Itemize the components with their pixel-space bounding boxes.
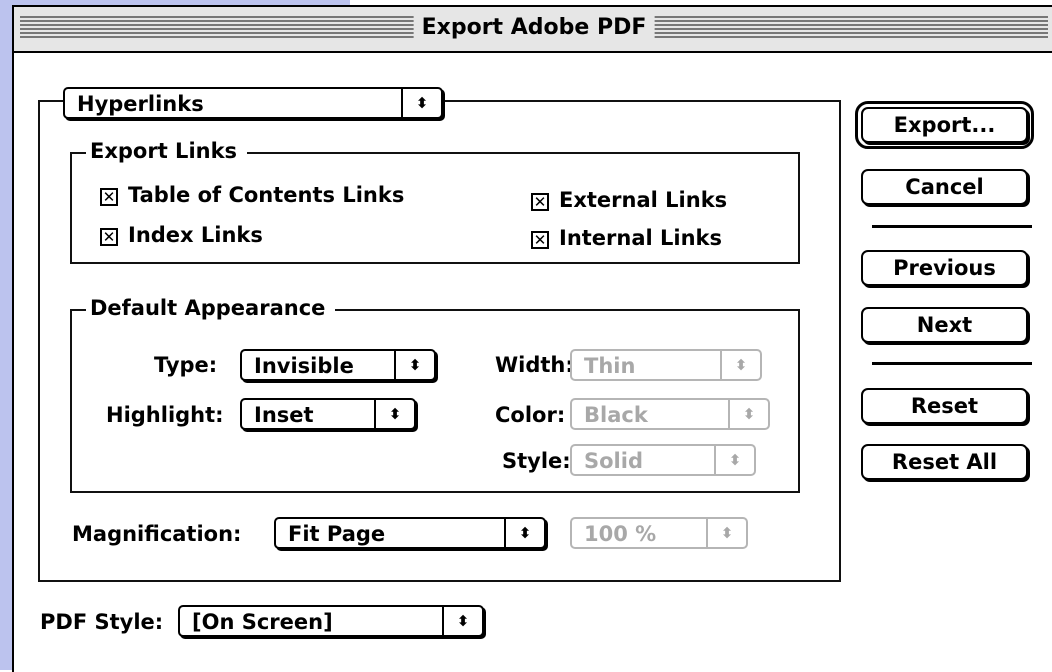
export-pdf-dialog: Export Adobe PDF Hyperlinks ⬍ Export Lin… [12, 5, 1052, 672]
style-popup-value: Solid [584, 449, 643, 473]
color-label: Color: [495, 403, 566, 427]
popup-arrows-icon: ⬍ [706, 519, 746, 547]
highlight-popup[interactable]: Inset ⬍ [240, 398, 416, 430]
next-button[interactable]: Next [861, 307, 1028, 343]
table-of-contents-checkbox[interactable]: ✕ [100, 188, 118, 206]
popup-arrows-icon: ⬍ [728, 400, 768, 428]
width-label: Width: [495, 353, 574, 377]
pdf-style-label: PDF Style: [40, 610, 164, 634]
internal-links-checkbox[interactable]: ✕ [531, 231, 549, 249]
popup-arrows-icon: ⬍ [714, 446, 754, 474]
cancel-button[interactable]: Cancel [861, 169, 1028, 205]
type-popup-value: Invisible [254, 354, 354, 378]
index-links-label: Index Links [128, 223, 263, 247]
magnification-percent-value: 100 % [584, 522, 657, 546]
section-popup[interactable]: Hyperlinks ⬍ [63, 87, 443, 119]
title-bar[interactable]: Export Adobe PDF [14, 7, 1052, 53]
external-links-checkbox[interactable]: ✕ [531, 193, 549, 211]
popup-arrows-icon: ⬍ [720, 351, 760, 379]
export-button[interactable]: Export... [855, 101, 1034, 149]
button-separator [872, 225, 1032, 228]
color-popup[interactable]: Black ⬍ [570, 398, 770, 430]
magnification-label: Magnification: [72, 522, 242, 546]
external-links-label: External Links [559, 188, 728, 212]
magnification-percent-popup[interactable]: 100 % ⬍ [570, 517, 748, 549]
magnification-popup-value: Fit Page [288, 522, 386, 546]
type-label: Type: [154, 353, 218, 377]
pdf-style-popup[interactable]: [On Screen] ⬍ [178, 605, 484, 637]
style-label: Style: [502, 449, 571, 473]
internal-links-label: Internal Links [559, 226, 723, 250]
previous-button[interactable]: Previous [861, 250, 1028, 286]
highlight-label: Highlight: [106, 403, 224, 427]
highlight-popup-value: Inset [254, 403, 314, 427]
popup-arrows-icon: ⬍ [394, 351, 434, 379]
reset-all-button[interactable]: Reset All [861, 444, 1028, 480]
color-popup-value: Black [584, 403, 648, 427]
style-popup[interactable]: Solid ⬍ [570, 444, 756, 476]
index-links-checkbox[interactable]: ✕ [100, 228, 118, 246]
window-title: Export Adobe PDF [413, 13, 655, 43]
type-popup[interactable]: Invisible ⬍ [240, 349, 436, 381]
table-of-contents-label: Table of Contents Links [128, 183, 405, 207]
reset-button[interactable]: Reset [861, 388, 1028, 424]
popup-arrows-icon: ⬍ [442, 607, 482, 635]
section-popup-value: Hyperlinks [77, 92, 204, 116]
desktop-background-left [0, 0, 12, 670]
export-links-legend: Export Links [86, 139, 248, 163]
magnification-popup[interactable]: Fit Page ⬍ [274, 517, 546, 549]
default-appearance-legend: Default Appearance [86, 296, 336, 320]
button-separator [872, 362, 1032, 365]
width-popup[interactable]: Thin ⬍ [570, 349, 762, 381]
pdf-style-popup-value: [On Screen] [192, 610, 333, 634]
popup-arrows-icon: ⬍ [374, 400, 414, 428]
width-popup-value: Thin [584, 354, 636, 378]
popup-arrows-icon: ⬍ [504, 519, 544, 547]
popup-arrows-icon: ⬍ [401, 89, 441, 117]
